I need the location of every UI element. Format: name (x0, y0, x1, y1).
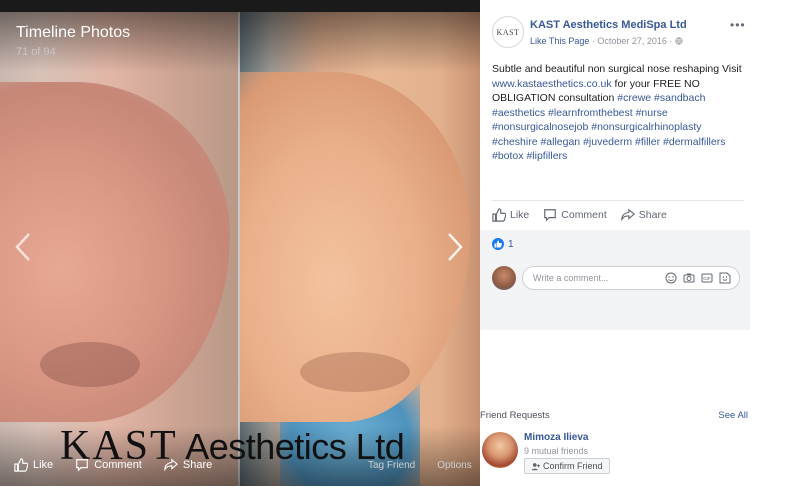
photo-counter: 71 of 94 (16, 46, 56, 58)
friend-requests-title: Friend Requests (480, 410, 550, 421)
comment-button[interactable]: Comment (543, 208, 607, 222)
page-name-link[interactable]: KAST Aesthetics MediSpa Ltd (530, 19, 687, 31)
post-panel: KAST KAST Aesthetics MediSpa Ltd Like Th… (480, 0, 750, 494)
comment-label: Comment (561, 208, 607, 221)
share-icon (621, 208, 635, 221)
sticker-icon[interactable] (719, 272, 731, 284)
more-icon[interactable]: ••• (730, 18, 746, 32)
comment-tools: GIF (665, 272, 731, 284)
like-page-link[interactable]: Like This Page (530, 36, 589, 46)
see-all-link[interactable]: See All (718, 410, 748, 421)
thumbs-up-icon (492, 207, 506, 222)
post-header: KAST KAST Aesthetics MediSpa Ltd Like Th… (492, 16, 746, 52)
after-nostril (300, 352, 410, 392)
chevron-right-icon[interactable] (446, 232, 464, 262)
comment-icon (544, 208, 557, 222)
post-action-bar: Like Comment Share (492, 200, 744, 228)
before-photo (0, 12, 238, 486)
website-link[interactable]: www.kastaesthetics.co.uk (492, 78, 612, 90)
viewer-like-label: Like (33, 459, 54, 471)
photo-viewer: Timeline Photos 71 of 94 KAST Aesthetics… (0, 0, 480, 486)
share-button[interactable]: Share (621, 208, 667, 222)
share-icon (164, 458, 178, 472)
friend-name-link[interactable]: Mimoza Ilieva (524, 432, 588, 443)
avatar[interactable] (492, 266, 516, 290)
gif-icon[interactable]: GIF (701, 272, 713, 284)
chevron-left-icon[interactable] (14, 232, 32, 262)
viewer-like-button[interactable]: Like (14, 458, 53, 472)
like-label: Like (510, 208, 530, 221)
top-overlay (0, 12, 480, 72)
viewer-comment-button[interactable]: Comment (75, 458, 142, 472)
after-photo (240, 12, 480, 486)
share-label: Share (638, 208, 667, 221)
mutual-friends-count[interactable]: 9 mutual friends (524, 446, 588, 456)
page-avatar[interactable]: KAST (492, 16, 524, 48)
comment-placeholder: Write a comment... (533, 273, 609, 283)
thumbs-up-icon (14, 458, 28, 472)
post-text-intro: Subtle and beautiful non surgical nose r… (492, 63, 742, 75)
like-count[interactable]: 1 (492, 238, 514, 250)
camera-icon[interactable] (683, 272, 695, 284)
viewer-action-bar: Like Comment Share (14, 458, 212, 472)
viewer-comment-label: Comment (94, 459, 142, 471)
options-button[interactable]: Options (437, 460, 471, 471)
post-meta: Like This Page · October 27, 2016 · (530, 36, 683, 46)
post-body: Subtle and beautiful non surgical nose r… (492, 62, 744, 164)
add-friend-icon (531, 462, 540, 470)
like-button[interactable]: Like (492, 207, 530, 222)
like-count-value: 1 (508, 238, 514, 250)
page-avatar-logo: KAST (496, 27, 520, 37)
viewer-share-label: Share (182, 459, 213, 471)
confirm-friend-button[interactable]: Confirm Friend (524, 458, 610, 474)
svg-text:GIF: GIF (703, 276, 711, 281)
comment-input[interactable]: Write a comment... GIF (522, 266, 740, 290)
comment-icon (76, 459, 89, 472)
globe-icon (675, 37, 683, 45)
photo-divider (238, 12, 240, 486)
friend-requests-header: Friend Requests See All (480, 410, 750, 421)
viewer-secondary-actions: Tag Friend Options (368, 460, 472, 471)
tag-friend-button[interactable]: Tag Friend (368, 460, 415, 471)
like-reaction-icon (492, 238, 504, 250)
avatar[interactable] (482, 432, 518, 468)
viewer-title[interactable]: Timeline Photos (16, 24, 130, 42)
comment-composer: Write a comment... GIF (492, 266, 742, 290)
confirm-friend-label: Confirm Friend (543, 461, 603, 471)
friend-request-item: Mimoza Ilieva 9 mutual friends Confirm F… (480, 430, 750, 474)
post-date[interactable]: · October 27, 2016 · (589, 36, 675, 46)
before-nostril (40, 342, 140, 387)
viewer-share-button[interactable]: Share (164, 458, 212, 472)
emoji-icon[interactable] (665, 272, 677, 284)
reactions-section: 1 Write a comment... GIF (480, 230, 750, 330)
